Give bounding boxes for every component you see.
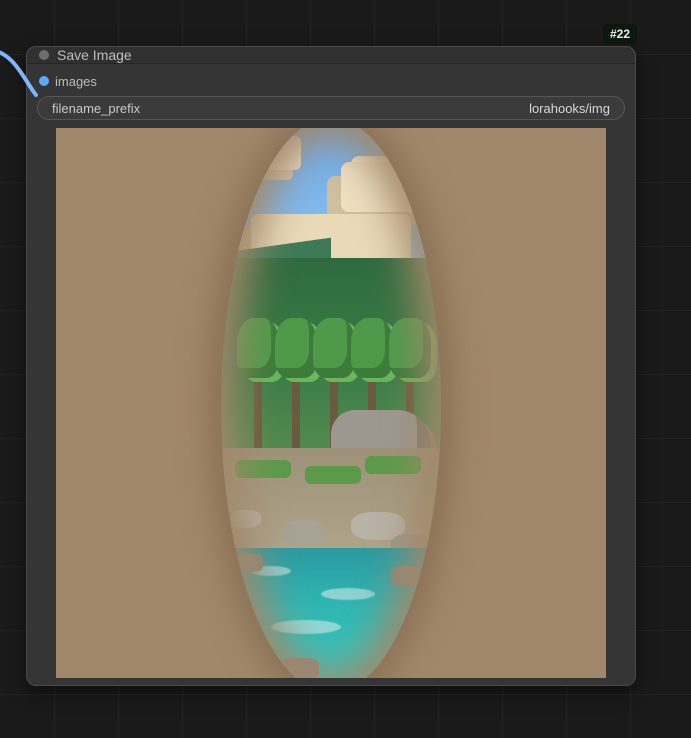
node-title: Save Image — [57, 47, 132, 63]
save-image-node[interactable]: Save Image images filename_prefix loraho… — [26, 46, 636, 686]
rock — [281, 658, 319, 678]
field-value: lorahooks/img — [529, 101, 610, 116]
node-id-badge: #22 — [603, 24, 637, 44]
field-label: filename_prefix — [52, 101, 140, 116]
grass — [235, 460, 291, 478]
pebble — [281, 520, 325, 544]
pebble — [231, 510, 261, 528]
rock — [237, 554, 263, 572]
ripple — [321, 588, 375, 600]
cloud-icon — [341, 162, 431, 212]
node-header[interactable]: Save Image — [27, 47, 635, 64]
filename-prefix-field[interactable]: filename_prefix lorahooks/img — [37, 96, 625, 120]
oval-scene — [221, 128, 441, 678]
rock — [391, 566, 421, 586]
cloud-icon — [231, 136, 301, 170]
port-label: images — [55, 74, 97, 89]
output-image-preview[interactable] — [56, 128, 606, 678]
input-port-images[interactable]: images — [37, 70, 625, 92]
port-dot-icon[interactable] — [39, 76, 49, 86]
collapse-dot-icon[interactable] — [39, 50, 49, 60]
preview-area — [37, 128, 625, 678]
ripple — [271, 620, 341, 634]
node-body: images filename_prefix lorahooks/img — [27, 64, 635, 688]
